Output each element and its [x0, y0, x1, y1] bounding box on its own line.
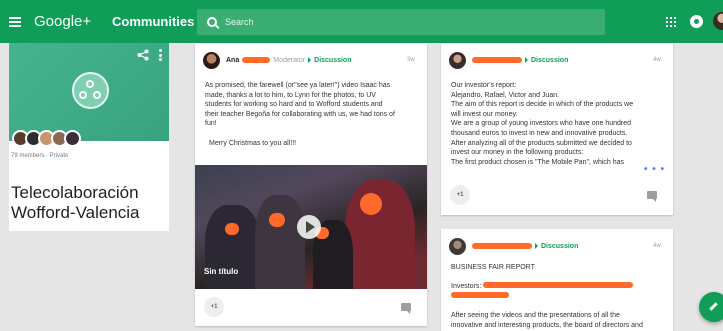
- post-text-line: fun!: [205, 120, 217, 128]
- post-card-investor-report: Discussion 4w Our investor's report: Ale…: [441, 43, 673, 215]
- post-body: Our investor's report: Alejandro, Rafael…: [451, 81, 633, 167]
- post-text-line: students for working so hard and to Woff…: [205, 101, 383, 109]
- post-text-line: We are a group of young investors who ha…: [451, 120, 632, 128]
- redaction-mark: [472, 57, 522, 63]
- video-figure: [255, 195, 305, 289]
- redaction-mark: [242, 57, 271, 63]
- post-body: BUSINESS FAIR REPORT Investors: After se…: [451, 263, 643, 330]
- post-text-line: BUSINESS FAIR REPORT: [451, 264, 535, 271]
- google-plus-logo[interactable]: Google+: [34, 13, 104, 30]
- redaction-mark: [225, 223, 239, 235]
- post-header: Discussion: [449, 237, 673, 255]
- post-text-line: [451, 291, 643, 302]
- menu-icon[interactable]: [0, 0, 30, 43]
- post-text-line: Investors:: [451, 282, 643, 292]
- post-card-business-fair: Discussion 4w BUSINESS FAIR REPORT Inves…: [441, 229, 673, 331]
- redaction-mark: [360, 193, 382, 215]
- category-link[interactable]: Discussion: [531, 57, 568, 64]
- more-vert-icon[interactable]: [159, 49, 163, 61]
- pencil-icon: [709, 302, 718, 311]
- post-text-line: their teacher Begoña for collaborating w…: [205, 110, 395, 118]
- play-button[interactable]: [297, 215, 321, 239]
- post-text-line: made, thanks a lot to him, to Lynn for t…: [205, 91, 376, 99]
- investors-label: Investors:: [451, 283, 482, 291]
- member-avatars[interactable]: [12, 130, 81, 147]
- member-count: 79 members · Private: [11, 153, 69, 159]
- share-icon[interactable]: [137, 49, 149, 61]
- post-timestamp[interactable]: 4w: [653, 243, 661, 249]
- notifications-icon[interactable]: [690, 15, 703, 28]
- apps-grid-icon[interactable]: [666, 17, 676, 27]
- search-icon: [207, 17, 217, 27]
- author-avatar[interactable]: [203, 51, 220, 69]
- comment-icon[interactable]: [401, 303, 411, 314]
- video-figure: [205, 205, 260, 289]
- post-text-line: will invest our money.: [451, 110, 518, 118]
- avatar: [64, 130, 81, 147]
- post-header: Discussion: [449, 51, 673, 69]
- compose-button[interactable]: [699, 292, 723, 322]
- post-text-line: [451, 273, 643, 283]
- community-banner: [9, 43, 169, 141]
- author-avatar[interactable]: [449, 237, 466, 255]
- category-link[interactable]: Discussion: [314, 57, 351, 64]
- search-input[interactable]: [225, 17, 585, 27]
- post-card-farewell: Ana Moderator Discussion 3w As promised,…: [195, 43, 427, 326]
- post-text-line: After seeing the videos and the presenta…: [451, 311, 620, 319]
- video-thumbnail[interactable]: Sin título: [195, 165, 427, 289]
- top-app-bar: Google+ Communities: [0, 0, 723, 43]
- more-horiz-icon[interactable]: • • •: [644, 164, 665, 175]
- redaction-mark: [472, 243, 532, 249]
- post-text-line: The first product chosen is "The Mobile …: [451, 158, 625, 166]
- author-name[interactable]: Ana: [226, 57, 239, 64]
- post-text-line: Alejandro, Rafael, Victor and Juan.: [451, 91, 560, 99]
- chevron-right-icon: [525, 57, 528, 63]
- role-label: Moderator: [273, 56, 306, 64]
- post-text-line: invest our money in the following produc…: [451, 149, 584, 157]
- post-text-line: After analyzing all of the products subm…: [451, 139, 632, 147]
- video-caption: Sin título: [204, 267, 239, 276]
- community-card: 79 members · Private Telecolaboración Wo…: [9, 43, 169, 231]
- author-avatar[interactable]: [449, 51, 466, 69]
- post-text-line: Merry Christmas to you all!!!: [209, 139, 297, 147]
- search-bar[interactable]: [197, 9, 605, 35]
- community-name: Telecolaboración Wofford-Valencia: [11, 183, 140, 222]
- post-text-line: Our investor's report:: [451, 82, 517, 89]
- post-header: Ana Moderator Discussion: [203, 51, 427, 69]
- post-text-line: As promised, the farewell (or"see ya lat…: [205, 82, 391, 89]
- redaction-mark: [483, 282, 634, 289]
- video-figure: [345, 180, 415, 289]
- post-text-line: [451, 301, 643, 311]
- plus-one-button[interactable]: +1: [204, 297, 224, 317]
- chevron-right-icon: [535, 243, 538, 249]
- post-timestamp[interactable]: 4w: [653, 57, 661, 63]
- post-text-line: innovative and interesting products, the…: [451, 321, 643, 329]
- chevron-right-icon: [308, 57, 312, 63]
- plus-one-button[interactable]: +1: [450, 185, 470, 205]
- redaction-mark: [451, 291, 509, 298]
- post-text-line: thousand euros to invest in new and inno…: [451, 129, 628, 137]
- category-link[interactable]: Discussion: [541, 243, 578, 250]
- post-text-line: The aim of this report is decide in whic…: [451, 101, 634, 109]
- comment-icon[interactable]: [647, 191, 657, 202]
- post-text-line: [205, 129, 395, 139]
- community-logo-icon: [72, 72, 109, 109]
- profile-avatar[interactable]: [713, 12, 723, 30]
- redaction-mark: [269, 213, 285, 227]
- post-body: As promised, the farewell (or"see ya lat…: [205, 81, 395, 148]
- post-timestamp[interactable]: 3w: [407, 57, 415, 63]
